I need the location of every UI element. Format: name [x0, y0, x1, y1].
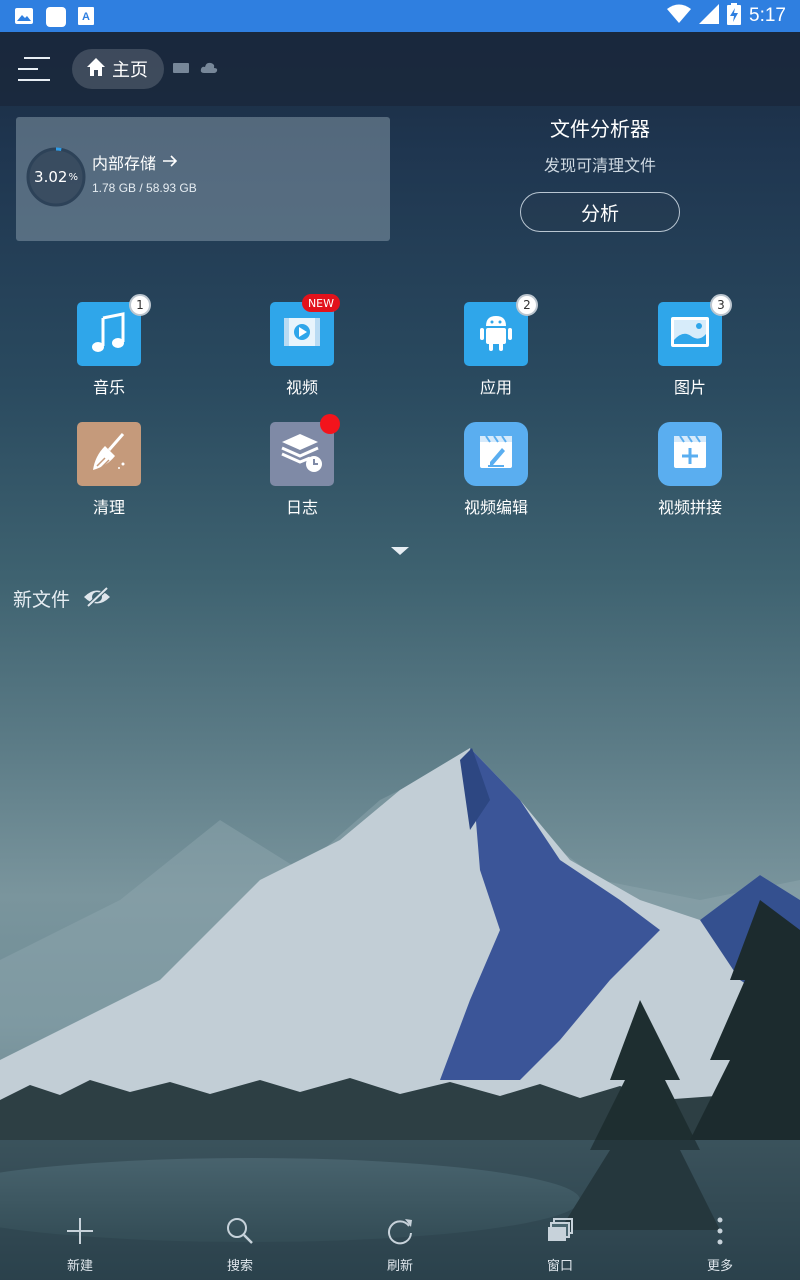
windows-button[interactable]: 窗口	[480, 1208, 640, 1280]
category-log[interactable]: 日志	[242, 414, 362, 518]
category-apps[interactable]: 2 应用	[436, 294, 556, 398]
category-label: 清理	[92, 498, 125, 517]
new-files-label: 新文件	[13, 589, 71, 611]
category-label: 视频	[285, 378, 318, 397]
bottom-action-bar: 新建 搜索 刷新 窗口 更多	[0, 1208, 800, 1280]
category-video-merge[interactable]: 视频拼接	[630, 415, 750, 518]
status-time: 5:17	[749, 5, 786, 26]
bottom-label: 窗口	[546, 1259, 573, 1274]
category-images[interactable]: 3 图片	[630, 294, 750, 398]
storage-icon[interactable]	[172, 60, 190, 79]
battery-charging-icon	[727, 3, 742, 29]
category-label: 应用	[479, 378, 512, 397]
analyze-button[interactable]: 分析	[520, 192, 680, 232]
internal-storage-card[interactable]: 3.02% 内部存储 1.78 GB / 58.93 GB	[16, 117, 390, 241]
music-badge: 1	[129, 294, 151, 316]
category-label: 视频拼接	[657, 498, 722, 517]
bottom-label: 新建	[66, 1259, 93, 1274]
category-video-edit[interactable]: 视频编辑	[436, 415, 556, 518]
category-label: 视频编辑	[463, 498, 528, 517]
expand-arrow-icon[interactable]	[391, 547, 409, 555]
home-label: 主页	[112, 60, 148, 81]
arrow-right-icon	[162, 153, 178, 172]
storage-percent-symbol: %	[68, 171, 78, 183]
a-icon: A	[78, 7, 98, 25]
eye-off-icon[interactable]	[82, 586, 112, 612]
video-merge-icon	[670, 432, 710, 476]
file-analyzer: 文件分析器 发现可清理文件 分析	[440, 113, 760, 232]
log-icon	[280, 430, 324, 478]
images-badge: 3	[710, 294, 732, 316]
storage-title: 内部存储	[92, 154, 157, 173]
analyzer-title: 文件分析器	[550, 117, 650, 141]
search-button[interactable]: 搜索	[160, 1208, 320, 1280]
apps-badge: 2	[516, 294, 538, 316]
android-icon	[478, 312, 514, 356]
top-toolbar: 主页	[0, 32, 800, 106]
new-button[interactable]: 新建	[0, 1208, 160, 1280]
music-icon	[89, 310, 129, 358]
analyzer-subtitle: 发现可清理文件	[543, 156, 656, 175]
more-button[interactable]: 更多	[640, 1208, 800, 1280]
category-label: 音乐	[92, 378, 125, 397]
video-edit-icon	[476, 432, 516, 476]
bottom-label: 刷新	[386, 1259, 413, 1274]
video-new-badge: NEW	[301, 294, 340, 312]
log-notification-dot	[320, 414, 340, 434]
refresh-button[interactable]: 刷新	[320, 1208, 480, 1280]
broom-icon	[87, 430, 131, 478]
category-label: 图片	[673, 378, 706, 397]
picture-icon	[669, 314, 711, 354]
plus-icon	[65, 1216, 95, 1246]
status-bar: A 5:17	[0, 0, 800, 32]
svg-text:A: A	[82, 11, 90, 23]
storage-percent: 3.02	[34, 168, 68, 186]
image-icon	[14, 7, 34, 25]
wifi-icon	[667, 4, 692, 28]
windows-icon	[545, 1216, 575, 1246]
category-music[interactable]: 1 音乐	[49, 294, 169, 398]
more-vertical-icon	[705, 1216, 735, 1246]
app-icon	[46, 7, 66, 27]
home-icon	[86, 57, 106, 81]
category-label: 日志	[285, 498, 318, 517]
cloud-icon[interactable]	[200, 60, 218, 79]
storage-usage: 1.78 GB / 58.93 GB	[92, 181, 197, 195]
signal-icon	[699, 4, 720, 28]
bottom-label: 更多	[706, 1259, 733, 1274]
bottom-label: 搜索	[226, 1259, 253, 1274]
new-files-header: 新文件	[13, 585, 112, 612]
home-breadcrumb[interactable]: 主页	[72, 49, 164, 89]
category-clean[interactable]: 清理	[49, 415, 169, 518]
menu-icon[interactable]	[18, 54, 56, 84]
search-icon	[225, 1216, 255, 1246]
category-video[interactable]: NEW 视频	[242, 294, 362, 398]
refresh-icon	[385, 1216, 415, 1246]
video-icon	[282, 314, 322, 354]
